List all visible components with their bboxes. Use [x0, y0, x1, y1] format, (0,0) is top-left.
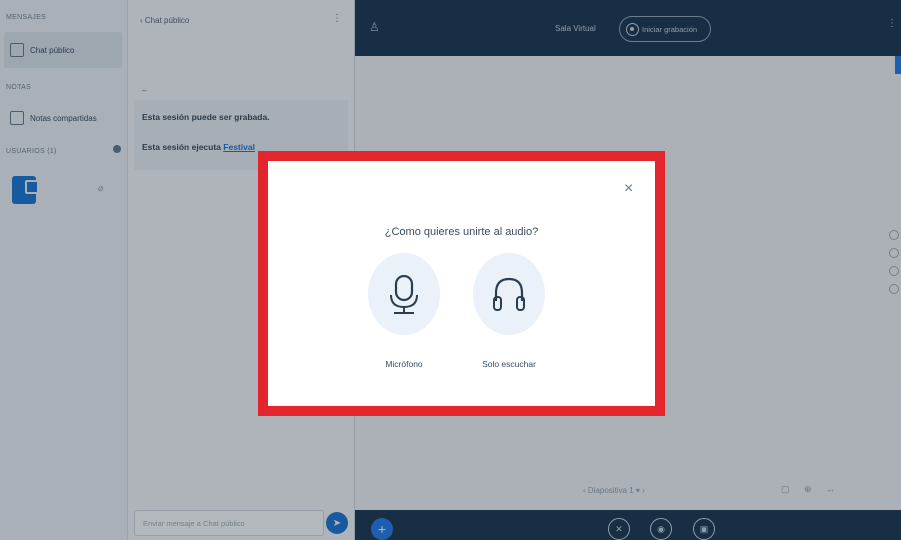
- microphone-icon: [390, 275, 418, 314]
- close-icon[interactable]: ×: [624, 181, 633, 197]
- listen-only-button[interactable]: [473, 253, 545, 335]
- audio-modal: × ¿Como quieres unirte al audio? Micrófo…: [268, 161, 655, 406]
- microphone-button[interactable]: [368, 253, 440, 335]
- listen-only-label: Solo escuchar: [482, 359, 536, 369]
- headphones-icon: [493, 277, 525, 311]
- modal-title: ¿Como quieres unirte al audio?: [384, 226, 539, 238]
- microphone-label: Micrófono: [385, 359, 423, 369]
